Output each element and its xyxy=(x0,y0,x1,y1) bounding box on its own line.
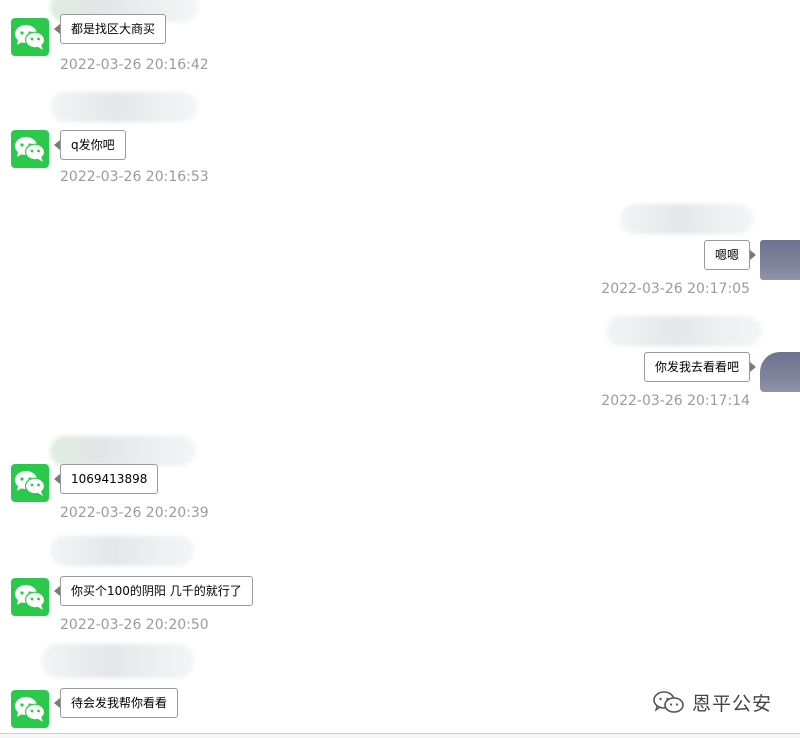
message-row: q发你吧 2022-03-26 20:16:53 xyxy=(0,32,800,185)
watermark-text: 恩平公安 xyxy=(692,692,773,715)
message-row: 你发我去看看吧 2022-03-26 20:17:14 xyxy=(0,256,800,409)
sender-name-blurred xyxy=(50,536,194,566)
bottom-edge xyxy=(0,733,800,738)
wechat-avatar-icon[interactable] xyxy=(11,690,49,728)
wechat-channel-icon xyxy=(653,691,684,713)
message-row: 嗯嗯 2022-03-26 20:17:05 xyxy=(0,144,800,297)
sender-name-blurred xyxy=(42,644,194,678)
chat-history[interactable]: 都是找区大商买 2022-03-26 20:16:42 q发你吧 2022-03… xyxy=(0,0,800,738)
watermark: 恩平公安 xyxy=(652,688,772,716)
message-row: 都是找区大商买 2022-03-26 20:16:42 xyxy=(0,0,800,73)
sender-name-blurred xyxy=(50,436,196,466)
message-bubble[interactable]: 待会发我帮你看看 xyxy=(53,688,179,718)
sender-name-blurred xyxy=(50,92,198,122)
message-row: 你买个100的阴阳 几千的就行了 2022-03-26 20:20:50 xyxy=(0,480,800,633)
message-row: 1069413898 2022-03-26 20:20:39 xyxy=(0,368,800,521)
sender-name-blurred xyxy=(620,204,754,234)
sender-name-blurred xyxy=(606,316,762,346)
